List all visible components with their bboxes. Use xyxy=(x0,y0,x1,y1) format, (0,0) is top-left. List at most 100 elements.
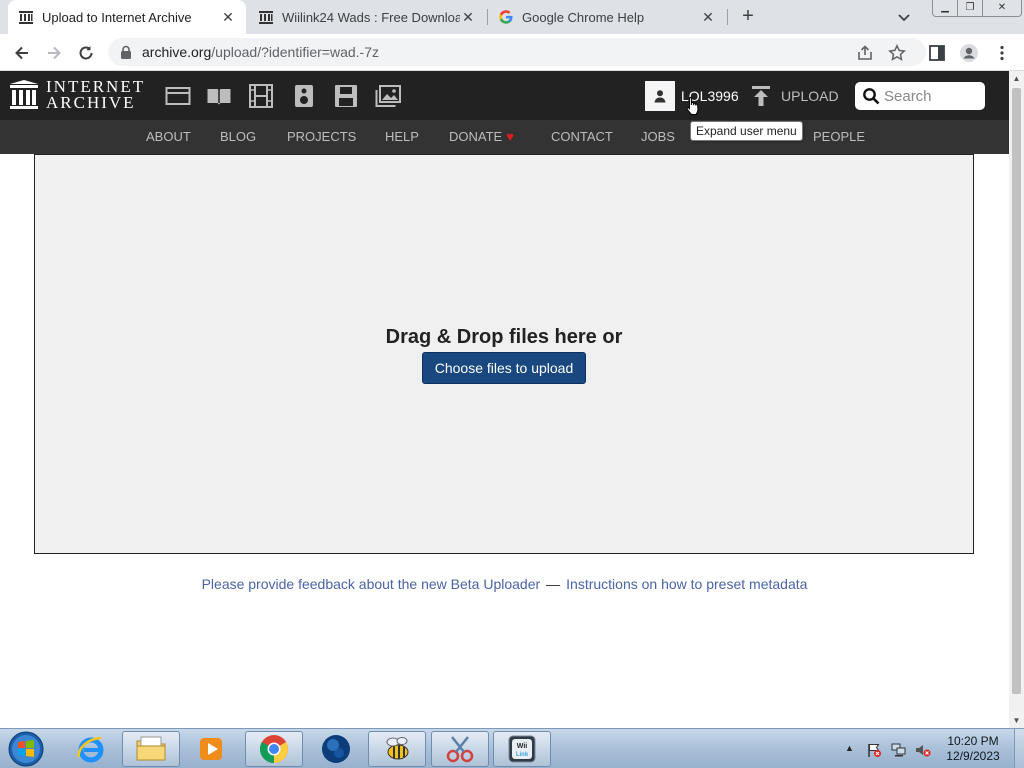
user-icon xyxy=(654,90,666,103)
link-separator: — xyxy=(546,576,561,592)
url-path: /upload/?identifier=wad.-7z xyxy=(211,44,379,60)
svg-text:Wii: Wii xyxy=(517,743,527,750)
software-icon[interactable] xyxy=(333,84,359,108)
tab-strip: Upload to Internet Archive ✕ Wiilink24 W… xyxy=(0,0,1024,34)
tab-separator xyxy=(727,9,728,25)
new-tab-button[interactable]: + xyxy=(737,5,759,27)
url-text[interactable]: archive.org/upload/?identifier=wad.-7z xyxy=(142,44,379,60)
internet-archive-icon xyxy=(259,11,273,24)
globe-icon xyxy=(322,735,350,763)
tab-title: Upload to Internet Archive xyxy=(42,9,192,25)
side-panel-icon[interactable] xyxy=(927,43,947,63)
internet-archive-icon xyxy=(10,80,38,109)
choose-files-button[interactable]: Choose files to upload xyxy=(422,352,586,384)
show-desktop-button[interactable] xyxy=(1014,729,1024,768)
taskbar-globe-app[interactable] xyxy=(307,731,365,767)
close-tab-icon[interactable]: ✕ xyxy=(700,9,716,26)
close-window-button[interactable]: ✕ xyxy=(982,0,1022,17)
feedback-link[interactable]: Please provide feedback about the new Be… xyxy=(202,576,541,592)
profile-icon[interactable] xyxy=(959,43,979,63)
heart-icon: ♥ xyxy=(506,129,514,144)
taskbar-scissors-app[interactable] xyxy=(431,731,489,767)
scissors-icon xyxy=(446,736,474,763)
nav-about[interactable]: ABOUT xyxy=(146,129,191,144)
tab-upload-to-internet-archive[interactable]: Upload to Internet Archive ✕ xyxy=(8,0,246,34)
preset-metadata-link[interactable]: Instructions on how to preset metadata xyxy=(566,576,807,592)
reload-button[interactable] xyxy=(75,42,97,64)
lock-icon[interactable] xyxy=(120,45,132,59)
scrollbar-thumb[interactable] xyxy=(1012,88,1021,694)
nav-donate-label: DONATE xyxy=(449,129,503,144)
close-tab-icon[interactable]: ✕ xyxy=(460,9,476,26)
nav-contact[interactable]: CONTACT xyxy=(551,129,613,144)
nav-people[interactable]: PEOPLE xyxy=(813,129,865,144)
tab-title: Google Chrome Help xyxy=(522,9,645,25)
more-menu-icon[interactable] xyxy=(992,43,1012,63)
action-center-flag-icon[interactable] xyxy=(866,742,882,758)
clock-date: 12/9/2023 xyxy=(946,749,1000,763)
clock-time: 10:20 PM xyxy=(947,734,999,748)
window-controls: ▁ ❐ ✕ xyxy=(932,0,1022,17)
ia-search-box[interactable] xyxy=(855,82,985,110)
share-icon[interactable] xyxy=(856,44,874,62)
taskbar-chrome[interactable] xyxy=(245,731,303,767)
taskbar-media-player[interactable] xyxy=(182,731,240,767)
chevron-down-icon[interactable] xyxy=(895,8,913,26)
address-bar[interactable]: archive.org/upload/?identifier=wad.-7z xyxy=(108,38,926,66)
nav-help[interactable]: HELP xyxy=(385,129,419,144)
video-icon[interactable] xyxy=(248,84,274,108)
ia-top-bar: INTERNET ARCHIVE LOL3996 UPLOAD xyxy=(0,71,1009,120)
audio-icon[interactable] xyxy=(291,84,317,108)
wiilink-icon: Wii Link xyxy=(508,735,536,763)
logo-line2: ARCHIVE xyxy=(46,93,136,112)
taskbar-internet-explorer[interactable] xyxy=(62,731,120,767)
browser-toolbar: archive.org/upload/?identifier=wad.-7z xyxy=(0,34,1024,71)
texts-icon[interactable] xyxy=(206,84,232,108)
internet-archive-icon xyxy=(19,11,33,24)
upload-drop-zone[interactable]: Drag & Drop files here or Choose files t… xyxy=(34,154,974,554)
reload-icon xyxy=(79,46,93,60)
web-icon[interactable] xyxy=(165,84,191,108)
ia-nav-bar: ABOUT BLOG PROJECTS HELP DONATE ♥ CONTACT… xyxy=(0,120,1009,154)
nav-projects[interactable]: PROJECTS xyxy=(287,129,356,144)
volume-muted-icon[interactable] xyxy=(915,742,931,758)
ia-logo[interactable]: INTERNET ARCHIVE xyxy=(10,78,145,112)
bookmark-star-icon[interactable] xyxy=(888,44,906,62)
images-icon[interactable] xyxy=(375,84,401,108)
maximize-button[interactable]: ❐ xyxy=(957,0,983,17)
ia-logo-text: INTERNET ARCHIVE xyxy=(46,78,145,112)
url-host: archive.org xyxy=(142,44,212,60)
minimize-button[interactable]: ▁ xyxy=(932,0,958,17)
upload-link[interactable]: UPLOAD xyxy=(781,88,839,104)
page-scrollbar[interactable]: ▲ ▼ xyxy=(1009,71,1024,728)
nav-blog[interactable]: BLOG xyxy=(220,129,256,144)
scroll-down-arrow[interactable]: ▼ xyxy=(1009,713,1024,728)
search-input[interactable] xyxy=(884,87,979,105)
start-orb-icon[interactable] xyxy=(5,730,47,768)
upload-icon[interactable] xyxy=(750,84,772,108)
internet-explorer-icon xyxy=(77,736,104,763)
nav-jobs[interactable]: JOBS xyxy=(641,129,675,144)
tab-title: Wiilink24 Wads : Free Download, xyxy=(282,9,460,25)
uploader-footer-links: Please provide feedback about the new Be… xyxy=(0,576,1009,592)
taskbar-wiilink-app[interactable]: Wii Link xyxy=(493,731,551,767)
system-clock[interactable]: 10:20 PM 12/9/2023 xyxy=(936,734,1010,764)
forward-button[interactable] xyxy=(43,42,65,64)
tab-wiilink24-wads[interactable]: Wiilink24 Wads : Free Download, ✕ xyxy=(248,0,486,34)
bee-icon xyxy=(386,737,409,760)
nav-donate[interactable]: DONATE ♥ xyxy=(449,129,514,144)
google-g-icon xyxy=(499,10,513,24)
network-icon[interactable] xyxy=(891,742,907,758)
user-avatar-button[interactable] xyxy=(645,81,675,111)
scroll-up-arrow[interactable]: ▲ xyxy=(1009,71,1024,86)
close-tab-icon[interactable]: ✕ xyxy=(220,9,236,26)
taskbar-windows-explorer[interactable] xyxy=(122,731,180,767)
show-hidden-icons-icon[interactable]: ▲ xyxy=(845,743,861,759)
forward-arrow-icon xyxy=(48,46,61,60)
tab-google-chrome-help[interactable]: Google Chrome Help ✕ xyxy=(488,0,726,34)
search-icon xyxy=(863,88,880,105)
chrome-icon xyxy=(260,735,288,763)
taskbar-bee-app[interactable] xyxy=(368,731,426,767)
back-button[interactable] xyxy=(11,42,33,64)
svg-text:Link: Link xyxy=(516,752,529,758)
